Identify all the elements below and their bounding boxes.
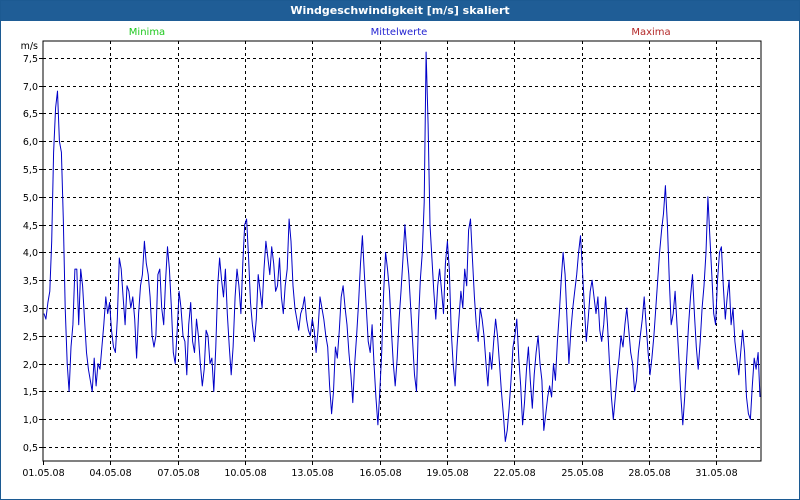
- y-tick-label: 5,0: [23, 193, 38, 204]
- x-tick-label: 31.05.08: [695, 468, 737, 479]
- legend-mittelwerte: Mittelwerte: [371, 27, 428, 38]
- y-tick-label: 0,5: [23, 443, 38, 454]
- y-tick-label: 5,5: [23, 165, 38, 176]
- legend-maxima: Maxima: [631, 27, 670, 38]
- y-tick-label: 2,5: [23, 332, 38, 343]
- chart-svg: 7,5 7,0 6,5 6,0 5,5 5,0 4,5 4,0 3,5 3,0 2,5 2,0 1,5 1…: [21, 27, 762, 479]
- y-tick-label: 4,5: [23, 221, 38, 232]
- legend-minima: Minima: [129, 27, 165, 38]
- x-tick-label: 19.05.08: [426, 468, 468, 479]
- x-tick-label: 22.05.08: [493, 468, 535, 479]
- x-tick-label: 07.05.08: [157, 468, 199, 479]
- y-tick-label: 6,5: [23, 109, 38, 120]
- x-tick-label: 04.05.08: [89, 468, 131, 479]
- x-tick-label: 13.05.08: [291, 468, 333, 479]
- y-tick-label: 7,5: [23, 54, 38, 65]
- y-tick-label: 1,0: [23, 415, 38, 426]
- x-tick-label: 01.05.08: [22, 468, 64, 479]
- y-tick-label: 3,0: [23, 304, 38, 315]
- chart-window: Windgeschwindigkeit [m/s] skaliert 7,5 7,…: [0, 0, 800, 500]
- x-tick-label: 25.05.08: [561, 468, 603, 479]
- y-axis-unit: m/s: [21, 41, 38, 52]
- y-tick-label: 3,5: [23, 276, 38, 287]
- y-tick-label: 4,0: [23, 248, 38, 259]
- y-tick-label: 7,0: [23, 82, 38, 93]
- x-tick-label: 10.05.08: [224, 468, 266, 479]
- x-tick-label: 28.05.08: [628, 468, 670, 479]
- y-tick-label: 1,5: [23, 387, 38, 398]
- y-tick-label: 6,0: [23, 137, 38, 148]
- y-tick-label: 2,0: [23, 360, 38, 371]
- plot-area: [42, 40, 762, 462]
- x-tick-label: 16.05.08: [359, 468, 401, 479]
